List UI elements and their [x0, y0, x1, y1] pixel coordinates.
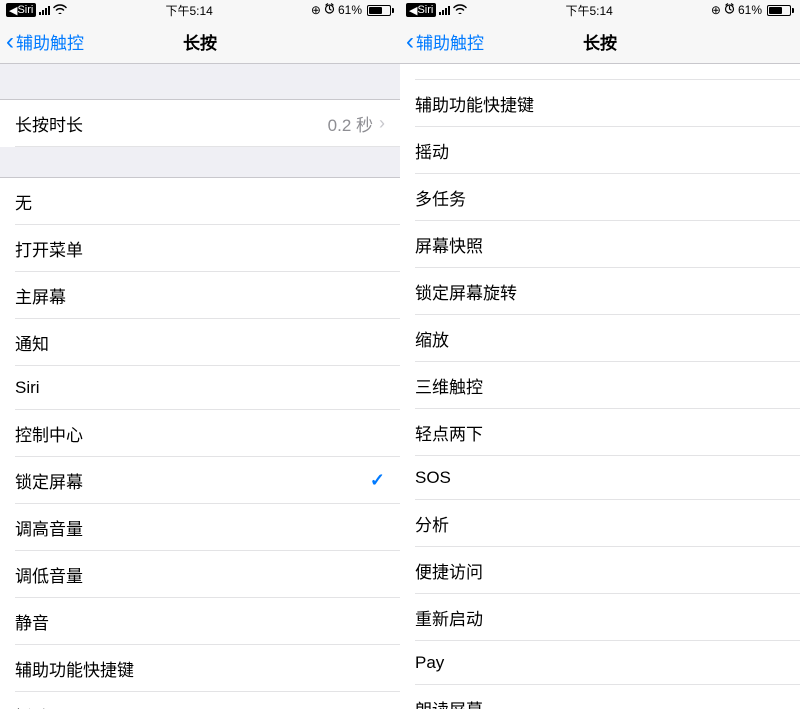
option-label: 多任务 [415, 185, 466, 210]
siri-text: Siri [17, 4, 33, 16]
chevron-left-icon: ‹ [406, 30, 414, 54]
status-time: 下午5:14 [165, 2, 212, 19]
option-label: 调高音量 [15, 515, 83, 540]
duration-value-wrap: 0.2 秒 › [328, 111, 385, 136]
duration-value: 0.2 秒 [328, 111, 373, 136]
option-label: Siri [15, 378, 40, 398]
signal-icon [439, 5, 450, 15]
alarm-icon [324, 3, 335, 17]
option-label: 摇动 [415, 138, 449, 163]
lock-icon: ⊕ [711, 3, 721, 17]
status-bar: ◀ Siri 下午5:14 ⊕ 61% [0, 0, 400, 20]
chevron-right-icon: › [379, 113, 385, 134]
option-row[interactable]: Siri [0, 366, 400, 410]
status-left: ◀ Siri [6, 3, 67, 17]
option-row[interactable]: 调高音量 [0, 504, 400, 551]
option-row[interactable]: 调低音量 [0, 551, 400, 598]
left-screen: ◀ Siri 下午5:14 ⊕ 61% ‹ 辅助触控 长按 [0, 0, 400, 709]
option-row[interactable]: 辅助功能快捷键 [0, 645, 400, 692]
alarm-icon [724, 3, 735, 17]
option-row[interactable]: 锁定屏幕旋转 [400, 268, 800, 315]
content-area: 辅助功能快捷键摇动多任务屏幕快照锁定屏幕旋转缩放三维触控轻点两下 SOS 分析便捷访… [400, 64, 800, 709]
option-label: Pay [415, 653, 444, 673]
back-button[interactable]: ‹ 辅助触控 [0, 29, 84, 54]
wifi-icon [453, 3, 467, 17]
option-label: 主屏幕 [15, 283, 66, 308]
nav-bar: ‹ 辅助触控 长按 [400, 20, 800, 64]
option-label: 调低音量 [15, 562, 83, 587]
battery-pct: 61% [338, 3, 362, 17]
option-label: 辅助功能快捷键 [415, 91, 534, 116]
siri-badge: ◀ Siri [6, 3, 36, 17]
status-right: ⊕ 61% [311, 3, 394, 17]
back-label: 辅助触控 [16, 29, 84, 54]
section-gap [0, 147, 400, 177]
status-time: 下午5:14 [565, 2, 612, 19]
option-row[interactable]: 无 [0, 177, 400, 225]
option-label: 通知 [15, 330, 49, 355]
option-label: 辅助功能快捷键 [15, 656, 134, 681]
siri-text: Siri [417, 4, 433, 16]
option-label: SOS [415, 468, 451, 488]
section-gap [0, 64, 400, 99]
option-row[interactable]: 通知 [0, 319, 400, 366]
option-row[interactable]: 摇动 [400, 127, 800, 174]
option-row[interactable]: 多任务 [400, 174, 800, 221]
status-right: ⊕ 61% [711, 3, 794, 17]
checkmark-icon: ✓ [370, 470, 385, 491]
partial-row[interactable] [400, 64, 800, 80]
option-label: 便捷访问 [415, 558, 483, 583]
option-label: 静音 [15, 609, 49, 634]
option-label: 朗读屏幕 [415, 696, 483, 709]
option-row[interactable]: 朗读屏幕 [400, 685, 800, 709]
option-row[interactable]: 缩放 [400, 315, 800, 362]
option-row[interactable]: 锁定屏幕 ✓ [0, 457, 400, 504]
option-row[interactable]: 主屏幕 [0, 272, 400, 319]
option-row[interactable]: 分析 [400, 500, 800, 547]
status-bar: ◀ Siri 下午5:14 ⊕ 61% [400, 0, 800, 20]
chevron-left-icon: ‹ [6, 30, 14, 54]
option-label: 无 [15, 189, 32, 214]
wifi-icon [53, 3, 67, 17]
option-row[interactable]: 静音 [0, 598, 400, 645]
option-row[interactable]: Pay [400, 641, 800, 685]
option-row[interactable]: 重新启动 [400, 594, 800, 641]
option-label: 锁定屏幕 [15, 468, 83, 493]
options-list: 辅助功能快捷键摇动多任务屏幕快照锁定屏幕旋转缩放三维触控轻点两下 SOS 分析便捷访… [400, 80, 800, 709]
status-left: ◀ Siri [406, 3, 467, 17]
battery-pct: 61% [738, 3, 762, 17]
duration-label: 长按时长 [15, 111, 83, 136]
option-label: 锁定屏幕旋转 [415, 279, 517, 304]
option-label: 三维触控 [415, 373, 483, 398]
option-label: 打开菜单 [15, 236, 83, 261]
battery-icon [765, 5, 794, 16]
option-label: 摇动 [15, 703, 49, 709]
option-label: 屏幕快照 [415, 232, 483, 257]
option-row[interactable]: 打开菜单 [0, 225, 400, 272]
signal-icon [39, 5, 50, 15]
options-list: 无打开菜单主屏幕通知 Siri 控制中心锁定屏幕 ✓ 调高音量调低音量静音辅助功能快捷键… [0, 177, 400, 709]
siri-badge: ◀ Siri [406, 3, 436, 17]
right-screen: ◀ Siri 下午5:14 ⊕ 61% ‹ 辅助触控 长按 辅助功能快 [400, 0, 800, 709]
option-row[interactable]: 轻点两下 [400, 409, 800, 456]
option-label: 轻点两下 [415, 420, 483, 445]
option-label: 分析 [415, 511, 449, 536]
option-row[interactable]: 三维触控 [400, 362, 800, 409]
back-label: 辅助触控 [416, 29, 484, 54]
option-label: 重新启动 [415, 605, 483, 630]
option-row[interactable]: 控制中心 [0, 410, 400, 457]
option-row[interactable]: 摇动 [0, 692, 400, 709]
lock-icon: ⊕ [311, 3, 321, 17]
option-row[interactable]: 屏幕快照 [400, 221, 800, 268]
option-label: 控制中心 [15, 421, 83, 446]
option-row[interactable]: 便捷访问 [400, 547, 800, 594]
content-area: 长按时长 0.2 秒 › 无打开菜单主屏幕通知 Siri 控制中心锁定屏幕 ✓ 调高音量… [0, 64, 400, 709]
battery-icon [365, 5, 394, 16]
duration-row[interactable]: 长按时长 0.2 秒 › [0, 99, 400, 147]
option-label: 缩放 [415, 326, 449, 351]
option-row[interactable]: 辅助功能快捷键 [400, 80, 800, 127]
option-row[interactable]: SOS [400, 456, 800, 500]
back-button[interactable]: ‹ 辅助触控 [400, 29, 484, 54]
nav-bar: ‹ 辅助触控 长按 [0, 20, 400, 64]
